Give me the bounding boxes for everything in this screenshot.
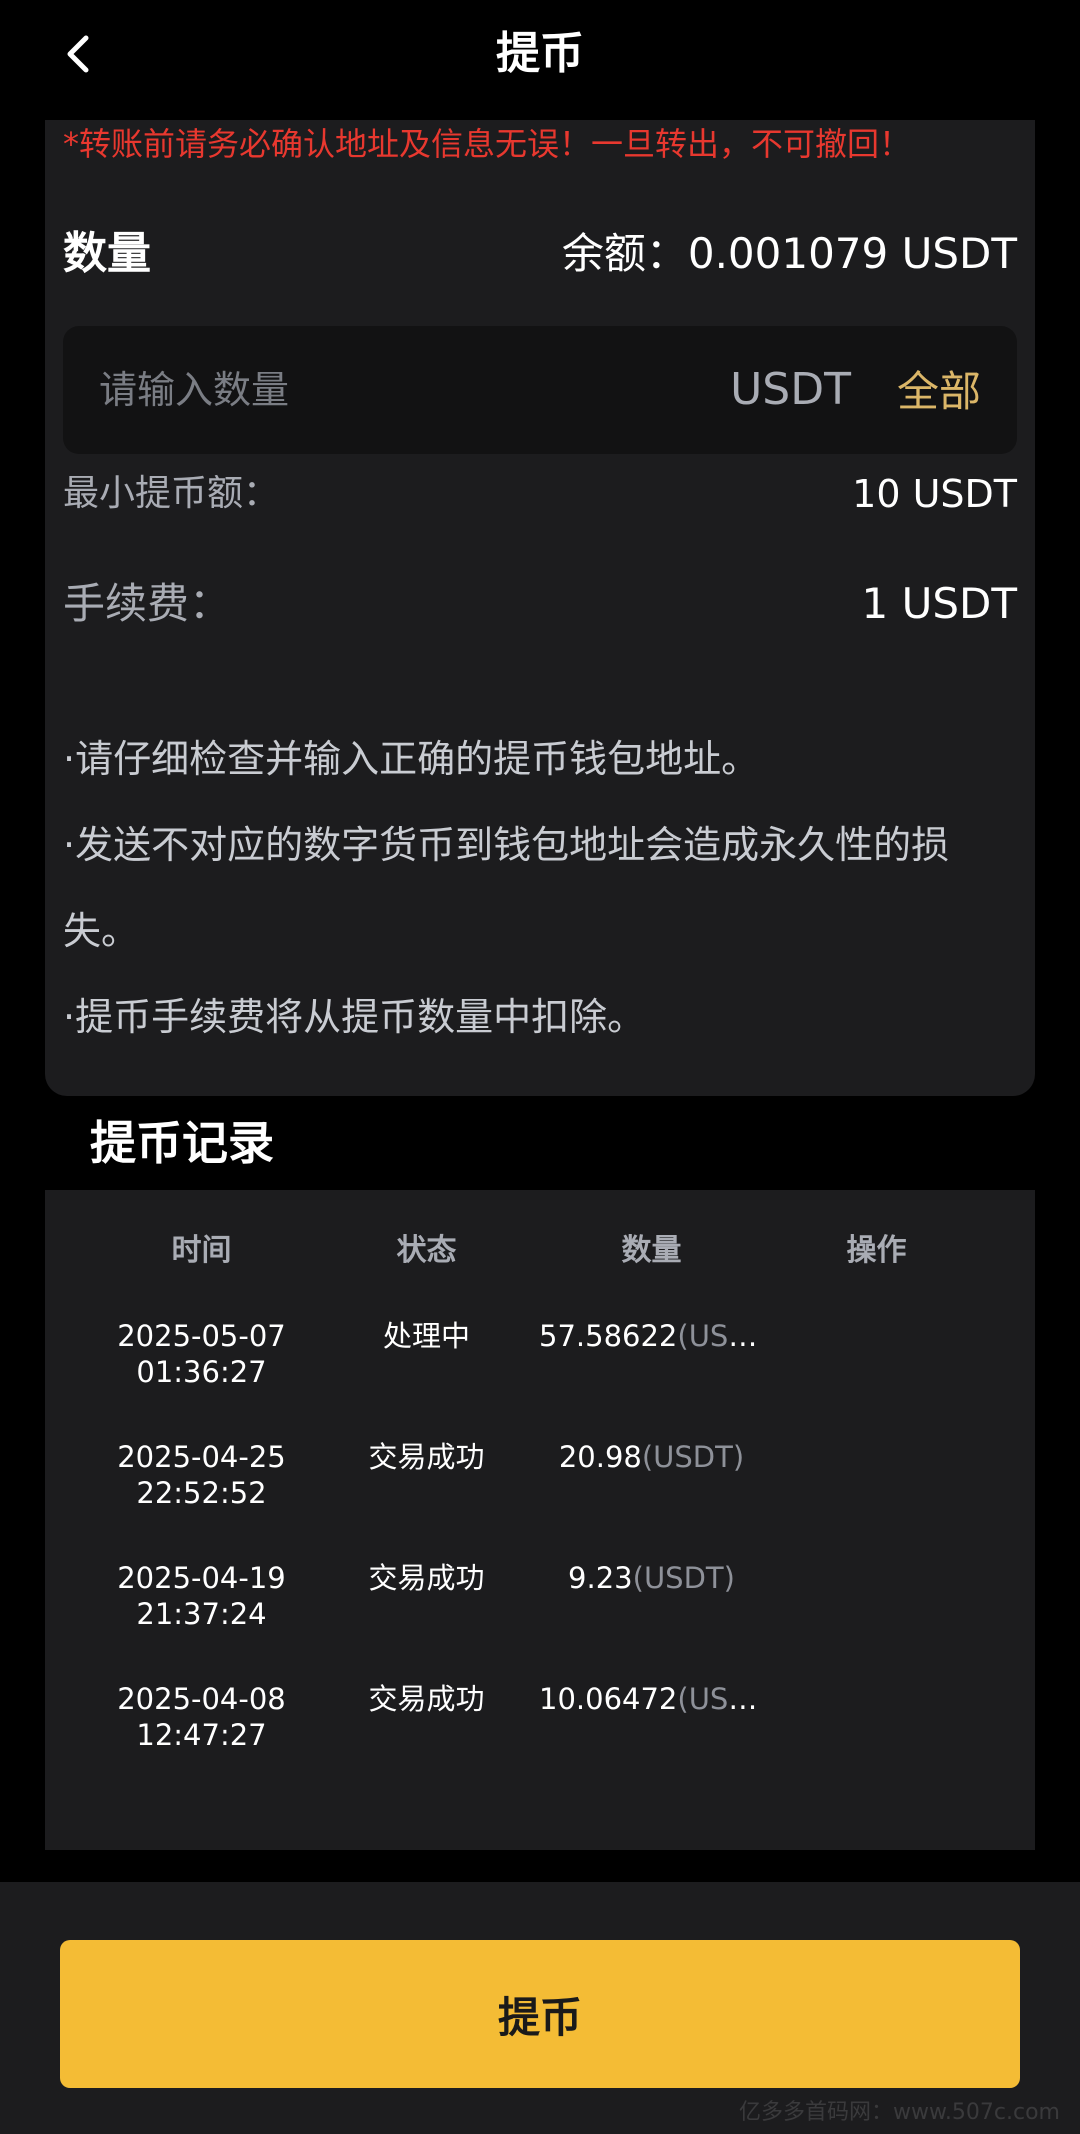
notes: ·请仔细检查并输入正确的提币钱包地址。 ·发送不对应的数字货币到钱包地址会造成永… xyxy=(63,716,1023,1060)
record-date: 2025-04-25 xyxy=(117,1440,286,1474)
watermark: 亿多多首码网：www.507c.com xyxy=(738,2100,1060,2125)
fee-label: 手续费： xyxy=(63,579,232,628)
record-amount: 57.58622(USDT) xyxy=(539,1318,764,1354)
table-row: 2025-04-19 21:37:24 交易成功 9.23(USDT) xyxy=(45,1560,1035,1670)
table-row: 2025-04-25 22:52:52 交易成功 20.98(USDT) xyxy=(45,1439,1035,1549)
amount-unit: (USDT) xyxy=(641,1440,745,1474)
record-time: 2025-05-07 01:36:27 xyxy=(89,1318,314,1390)
amount-value: 57.58622 xyxy=(539,1319,678,1353)
column-header-action: 操作 xyxy=(846,1233,907,1268)
table-row: 2025-04-08 12:47:27 交易成功 10.06472(USDT) xyxy=(45,1681,1035,1791)
note-item: ·请仔细检查并输入正确的提币钱包地址。 xyxy=(63,737,760,781)
table-header: 时间 状态 数量 操作 xyxy=(45,1226,1035,1276)
fee-value: 1 USDT xyxy=(861,579,1017,628)
amount-unit: (USDT) xyxy=(632,1561,735,1595)
record-clock: 01:36:27 xyxy=(136,1355,267,1389)
record-status: 交易成功 xyxy=(368,1561,485,1595)
amount-value: 10.06472 xyxy=(539,1682,678,1716)
bottom-bar: 提币 亿多多首码网：www.507c.com xyxy=(0,1882,1080,2134)
column-header-time: 时间 xyxy=(171,1233,232,1268)
record-time: 2025-04-25 22:52:52 xyxy=(89,1439,314,1511)
record-date: 2025-04-19 xyxy=(117,1561,286,1595)
all-button[interactable]: 全部 xyxy=(897,360,981,424)
warning-text: *转账前请务必确认地址及信息无误！一旦转出，不可撤回！ xyxy=(63,125,912,163)
column-header-amount: 数量 xyxy=(621,1233,682,1268)
record-time: 2025-04-19 21:37:24 xyxy=(89,1560,314,1632)
min-withdraw-value: 10 USDT xyxy=(852,472,1017,516)
record-clock: 12:47:27 xyxy=(136,1718,267,1752)
withdraw-form-card: *转账前请务必确认地址及信息无误！一旦转出，不可撤回！ 数量 余额：0.0010… xyxy=(45,120,1035,1096)
record-time: 2025-04-08 12:47:27 xyxy=(89,1681,314,1753)
note-item: ·提币手续费将从提币数量中扣除。 xyxy=(63,995,646,1039)
record-amount: 10.06472(USDT) xyxy=(539,1681,764,1717)
column-header-status: 状态 xyxy=(396,1233,457,1268)
record-clock: 21:37:24 xyxy=(136,1597,267,1631)
record-amount: 9.23(USDT) xyxy=(539,1560,764,1596)
record-status: 交易成功 xyxy=(368,1440,485,1474)
amount-input-box: USDT 全部 xyxy=(63,326,1017,454)
record-status: 交易成功 xyxy=(368,1682,485,1716)
amount-unit: (USDT) xyxy=(677,1682,764,1716)
amount-input[interactable] xyxy=(99,360,659,420)
amount-value: 20.98 xyxy=(558,1440,642,1474)
note-item: ·发送不对应的数字货币到钱包地址会造成永久性的损失。 xyxy=(63,823,950,953)
record-date: 2025-05-07 xyxy=(117,1319,286,1353)
record-date: 2025-04-08 xyxy=(117,1682,286,1716)
withdraw-submit-button[interactable]: 提币 xyxy=(60,1940,1020,2088)
table-row: 2025-05-07 01:36:27 处理中 57.58622(USDT) xyxy=(45,1318,1035,1428)
quantity-label: 数量 xyxy=(63,228,151,279)
balance-text: 余额：0.001079 USDT xyxy=(561,229,1017,278)
min-withdraw-label: 最小提币额： xyxy=(63,473,280,514)
record-status: 处理中 xyxy=(382,1319,470,1353)
record-clock: 22:52:52 xyxy=(136,1476,267,1510)
amount-value: 9.23 xyxy=(568,1561,633,1595)
amount-unit: (USDT) xyxy=(677,1319,764,1353)
unit-label: USDT xyxy=(730,364,851,415)
records-title: 提币记录 xyxy=(90,1116,274,1170)
page-title: 提币 xyxy=(496,28,584,79)
record-amount: 20.98(USDT) xyxy=(539,1439,764,1475)
records-table: 时间 状态 数量 操作 2025-05-07 01:36:27 处理中 57.5… xyxy=(45,1190,1035,1850)
header: 提币 xyxy=(0,0,1080,110)
